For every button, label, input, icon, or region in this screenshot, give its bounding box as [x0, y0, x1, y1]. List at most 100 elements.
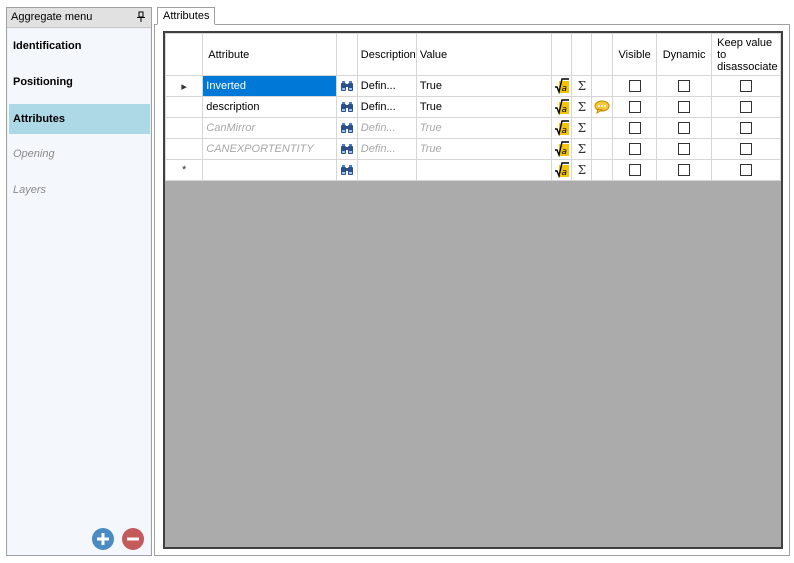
- keep-value-checkbox[interactable]: [740, 80, 753, 92]
- dynamic-checkbox[interactable]: [678, 80, 691, 92]
- column-header-value[interactable]: Value: [415, 33, 552, 76]
- formula-button[interactable]: a: [550, 96, 573, 118]
- visible-checkbox[interactable]: [628, 164, 641, 176]
- keep-value-checkbox-cell[interactable]: [711, 75, 781, 97]
- table-row[interactable]: * a Σ: [164, 159, 781, 181]
- visible-checkbox-cell[interactable]: [612, 159, 658, 181]
- menu-item-layers[interactable]: Layers: [9, 175, 150, 205]
- dynamic-checkbox-cell[interactable]: [656, 159, 713, 181]
- sum-button[interactable]: Σ: [571, 75, 593, 97]
- dynamic-checkbox[interactable]: [678, 143, 691, 155]
- formula-button[interactable]: a: [550, 75, 573, 97]
- attribute-cell[interactable]: description: [202, 96, 338, 118]
- keep-value-checkbox[interactable]: [740, 143, 753, 155]
- column-header-dynamic[interactable]: Dynamic: [656, 33, 713, 76]
- attribute-cell[interactable]: CANEXPORTENTITY: [202, 138, 338, 160]
- menu-item-attributes[interactable]: Attributes: [9, 104, 150, 134]
- attribute-cell[interactable]: [202, 159, 338, 181]
- formula-button[interactable]: a: [550, 159, 573, 181]
- search-button[interactable]: [336, 96, 358, 118]
- dynamic-checkbox[interactable]: [678, 164, 691, 176]
- comment-cell[interactable]: [591, 75, 614, 97]
- keep-value-checkbox-cell[interactable]: [711, 138, 781, 160]
- column-header-visible[interactable]: Visible: [612, 33, 658, 76]
- visible-checkbox[interactable]: [628, 122, 641, 134]
- minus-icon: [127, 537, 139, 541]
- binoculars-icon: [341, 165, 354, 175]
- comment-cell[interactable]: [591, 159, 614, 181]
- sum-button[interactable]: Σ: [571, 159, 593, 181]
- keep-value-checkbox[interactable]: [740, 122, 753, 134]
- keep-value-checkbox-cell[interactable]: [711, 117, 781, 139]
- tab-attributes[interactable]: Attributes: [157, 7, 216, 25]
- dynamic-checkbox-cell[interactable]: [656, 117, 713, 139]
- comment-cell[interactable]: [591, 96, 614, 118]
- menu-item-identification[interactable]: Identification: [9, 31, 150, 61]
- comment-cell[interactable]: [591, 117, 614, 139]
- visible-checkbox-cell[interactable]: [612, 75, 658, 97]
- sum-button[interactable]: Σ: [571, 138, 593, 160]
- attribute-cell[interactable]: Inverted: [202, 75, 338, 97]
- table-row[interactable]: description Defin... True a Σ: [164, 96, 781, 118]
- attribute-cell[interactable]: CanMirror: [202, 117, 338, 139]
- value-cell[interactable]: True: [415, 117, 552, 139]
- binoculars-icon: [341, 81, 354, 91]
- add-button[interactable]: [92, 528, 114, 550]
- keep-value-checkbox[interactable]: [740, 101, 753, 113]
- dynamic-checkbox[interactable]: [678, 101, 691, 113]
- description-cell[interactable]: Defin...: [356, 138, 417, 160]
- visible-checkbox[interactable]: [628, 101, 641, 113]
- sum-button[interactable]: Σ: [571, 117, 593, 139]
- visible-checkbox-cell[interactable]: [612, 138, 658, 160]
- keep-value-checkbox[interactable]: [740, 164, 753, 176]
- sigma-icon: Σ: [577, 121, 587, 135]
- row-header[interactable]: [164, 96, 204, 118]
- formula-button[interactable]: a: [550, 117, 573, 139]
- keep-value-checkbox-cell[interactable]: [711, 96, 781, 118]
- aggregate-menu-header: Aggregate menu: [7, 8, 151, 28]
- search-button[interactable]: [336, 75, 358, 97]
- visible-checkbox[interactable]: [628, 143, 641, 155]
- formula-button[interactable]: a: [550, 138, 573, 160]
- value-cell[interactable]: True: [415, 138, 552, 160]
- value-cell[interactable]: True: [415, 75, 552, 97]
- pin-icon[interactable]: [136, 11, 146, 23]
- table-row[interactable]: CanMirror Defin... True a Σ: [164, 117, 781, 139]
- sum-button[interactable]: Σ: [571, 96, 593, 118]
- column-header-description[interactable]: Description: [356, 33, 417, 76]
- visible-checkbox[interactable]: [628, 80, 641, 92]
- row-marker: ▸: [181, 80, 187, 93]
- description-cell[interactable]: Defin...: [356, 96, 417, 118]
- search-button[interactable]: [336, 138, 358, 160]
- dynamic-checkbox[interactable]: [678, 122, 691, 134]
- visible-checkbox-cell[interactable]: [612, 96, 658, 118]
- column-header-attribute[interactable]: Attribute: [202, 33, 338, 76]
- value-cell[interactable]: [415, 159, 552, 181]
- remove-button[interactable]: [122, 528, 144, 550]
- description-cell[interactable]: Defin...: [356, 75, 417, 97]
- search-button[interactable]: [336, 159, 358, 181]
- svg-text:a: a: [561, 168, 567, 178]
- comment-icon[interactable]: [594, 100, 610, 114]
- dynamic-checkbox-cell[interactable]: [656, 75, 713, 97]
- search-button[interactable]: [336, 117, 358, 139]
- sigma-icon: Σ: [577, 142, 587, 156]
- dynamic-checkbox-cell[interactable]: [656, 138, 713, 160]
- value-cell[interactable]: True: [415, 96, 552, 118]
- table-row[interactable]: ▸ Inverted Defin... True a Σ: [164, 75, 781, 97]
- row-header[interactable]: ▸: [164, 75, 204, 97]
- dynamic-checkbox-cell[interactable]: [656, 96, 713, 118]
- table-row[interactable]: CANEXPORTENTITY Defin... True a Σ: [164, 138, 781, 160]
- comment-cell[interactable]: [591, 138, 614, 160]
- keep-value-checkbox-cell[interactable]: [711, 159, 781, 181]
- row-header[interactable]: [164, 117, 204, 139]
- row-header[interactable]: [164, 138, 204, 160]
- description-cell[interactable]: [356, 159, 417, 181]
- menu-item-positioning[interactable]: Positioning: [9, 67, 150, 97]
- aggregate-menu-panel: Aggregate menu Identification Positionin…: [6, 7, 152, 556]
- description-cell[interactable]: Defin...: [356, 117, 417, 139]
- column-header-keep-value[interactable]: Keep value to disassociate: [711, 33, 781, 76]
- visible-checkbox-cell[interactable]: [612, 117, 658, 139]
- row-header[interactable]: *: [164, 159, 204, 181]
- menu-item-opening[interactable]: Opening: [9, 139, 150, 169]
